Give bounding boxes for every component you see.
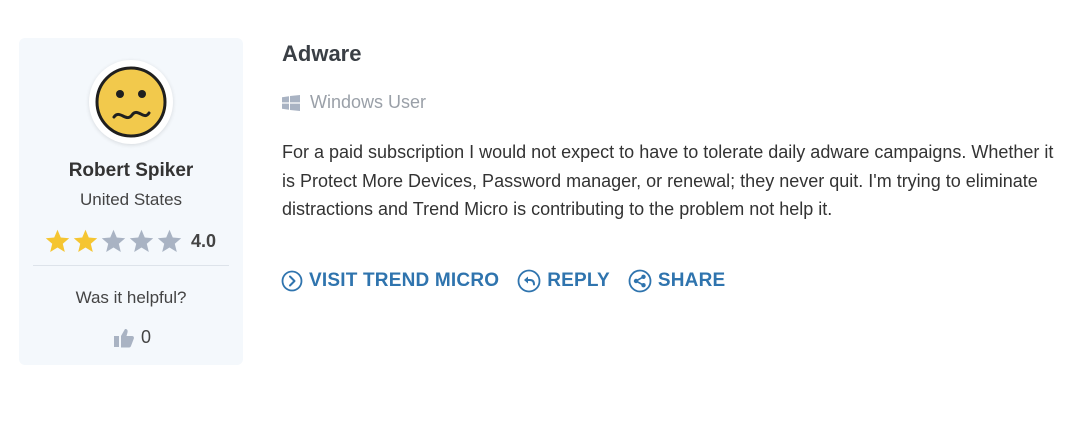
avatar — [89, 60, 173, 144]
review-actions: VISIT TREND MICRO REPLY SHARE — [281, 269, 743, 293]
platform-label: Windows User — [282, 92, 426, 113]
likes-count: 0 — [141, 327, 152, 347]
share-button[interactable]: SHARE — [628, 269, 726, 293]
reply-button[interactable]: REPLY — [517, 269, 610, 293]
star-filled-icon — [73, 229, 98, 253]
star-empty-icon — [101, 229, 126, 253]
reviewer-name: Robert Spiker — [68, 160, 194, 181]
windows-icon — [282, 94, 300, 111]
star-empty-icon — [129, 229, 154, 253]
sad-face-icon — [95, 66, 167, 138]
share-label: SHARE — [657, 270, 726, 291]
visit-trend-micro-button[interactable]: VISIT TREND MICRO — [281, 270, 499, 292]
share-icon — [628, 269, 652, 293]
star-rating: 4.0 — [44, 228, 216, 254]
platform-text: Windows User — [310, 92, 427, 112]
stars-container — [44, 228, 184, 254]
star-filled-icon — [45, 229, 70, 253]
reply-icon — [517, 269, 541, 293]
like-button[interactable]: 0 — [113, 327, 151, 348]
divider — [33, 265, 229, 266]
helpful-prompt: Was it helpful? — [75, 288, 187, 307]
reviewer-country: United States — [79, 190, 183, 209]
review-body: For a paid subscription I would not expe… — [282, 142, 1054, 219]
chevron-right-circle-icon — [281, 270, 303, 292]
reply-label: REPLY — [547, 270, 610, 291]
review-title: Adware — [282, 41, 362, 66]
thumbs-up-icon — [114, 328, 134, 347]
reviewer-card: Robert Spiker United States 4.0 Was it h… — [19, 38, 243, 365]
rating-value: 4.0 — [191, 230, 217, 251]
visit-label: VISIT TREND MICRO — [309, 270, 500, 291]
star-empty-icon — [157, 229, 182, 253]
